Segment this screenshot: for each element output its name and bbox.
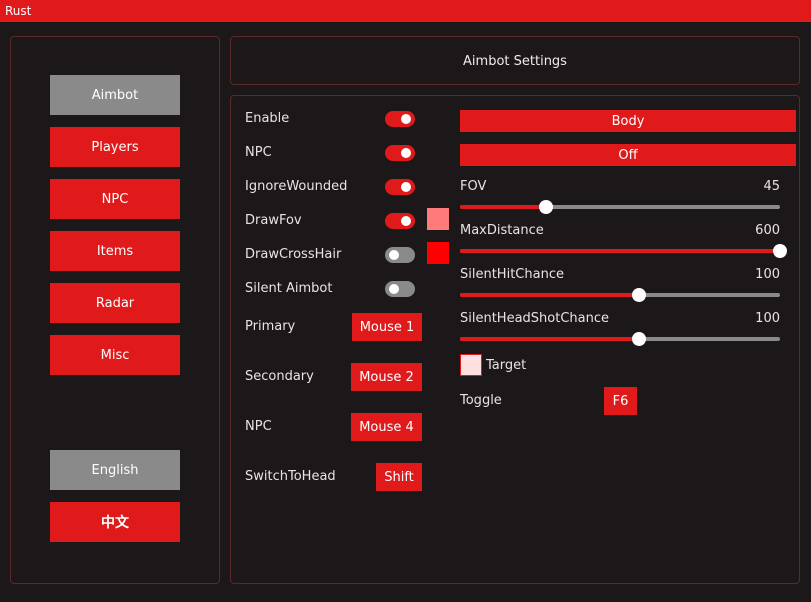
silent-hit-chance-label: SilentHitChance <box>460 267 564 282</box>
enable-label: Enable <box>245 111 290 126</box>
draw-crosshair-label: DrawCrossHair <box>245 247 342 262</box>
switch-to-head-key-button[interactable]: Shift <box>376 463 422 491</box>
secondary-label: Secondary <box>245 369 314 384</box>
fov-label: FOV <box>460 179 487 194</box>
fov-value: 45 <box>763 179 780 194</box>
silent-headshot-chance-slider-fill <box>460 337 640 341</box>
bone-select-button[interactable]: Body <box>460 110 796 132</box>
toggle-knob <box>401 182 411 192</box>
primary-label: Primary <box>245 319 296 334</box>
enable-toggle[interactable] <box>385 111 415 127</box>
ignore-wounded-label: IgnoreWounded <box>245 179 348 194</box>
toggle-knob <box>401 114 411 124</box>
target-label: Target <box>486 358 527 373</box>
draw-fov-color-swatch[interactable] <box>427 208 449 230</box>
ignore-wounded-toggle[interactable] <box>385 179 415 195</box>
toggle-knob <box>401 216 411 226</box>
draw-fov-toggle[interactable] <box>385 213 415 229</box>
max-distance-value: 600 <box>755 223 780 238</box>
toggle-key-label: Toggle <box>460 393 502 408</box>
toggle-knob <box>389 284 399 294</box>
primary-key-button[interactable]: Mouse 1 <box>352 313 422 341</box>
npc-key-label: NPC <box>245 419 272 434</box>
npc-key-button[interactable]: Mouse 4 <box>351 413 422 441</box>
max-distance-slider-fill <box>460 249 780 253</box>
sidebar-item-players[interactable]: Players <box>50 127 180 167</box>
draw-crosshair-color-swatch[interactable] <box>427 242 449 264</box>
silent-aimbot-label: Silent Aimbot <box>245 281 333 296</box>
silent-hit-chance-slider-fill <box>460 293 640 297</box>
sidebar-item-aimbot[interactable]: Aimbot <box>50 75 180 115</box>
toggle-knob <box>401 148 411 158</box>
mode-select-button[interactable]: Off <box>460 144 796 166</box>
max-distance-slider[interactable] <box>460 244 787 258</box>
max-distance-label: MaxDistance <box>460 223 544 238</box>
npc-toggle[interactable] <box>385 145 415 161</box>
switch-to-head-label: SwitchToHead <box>245 469 336 484</box>
toggle-key-button[interactable]: F6 <box>604 387 637 415</box>
fov-slider-fill <box>460 205 547 209</box>
title-bar: Rust <box>0 0 811 22</box>
max-distance-slider-thumb[interactable] <box>773 244 787 258</box>
silent-aimbot-toggle[interactable] <box>385 281 415 297</box>
toggle-knob <box>389 250 399 260</box>
draw-crosshair-toggle[interactable] <box>385 247 415 263</box>
language-english-button[interactable]: English <box>50 450 180 490</box>
silent-hit-chance-value: 100 <box>755 267 780 282</box>
language-chinese-button[interactable]: 中文 <box>50 502 180 542</box>
silent-headshot-chance-label: SilentHeadShotChance <box>460 311 610 326</box>
sidebar-item-misc[interactable]: Misc <box>50 335 180 375</box>
silent-hit-chance-slider[interactable] <box>460 288 780 302</box>
silent-headshot-chance-value: 100 <box>755 311 780 326</box>
window-title: Rust <box>5 4 32 18</box>
sidebar-item-npc[interactable]: NPC <box>50 179 180 219</box>
draw-fov-label: DrawFov <box>245 213 302 228</box>
target-checkbox[interactable] <box>460 354 482 376</box>
page-title: Aimbot Settings <box>463 53 567 69</box>
npc-label: NPC <box>245 145 272 160</box>
sidebar-item-radar[interactable]: Radar <box>50 283 180 323</box>
silent-headshot-chance-slider[interactable] <box>460 332 780 346</box>
sidebar-item-items[interactable]: Items <box>50 231 180 271</box>
fov-slider[interactable] <box>460 200 780 214</box>
secondary-key-button[interactable]: Mouse 2 <box>351 363 422 391</box>
